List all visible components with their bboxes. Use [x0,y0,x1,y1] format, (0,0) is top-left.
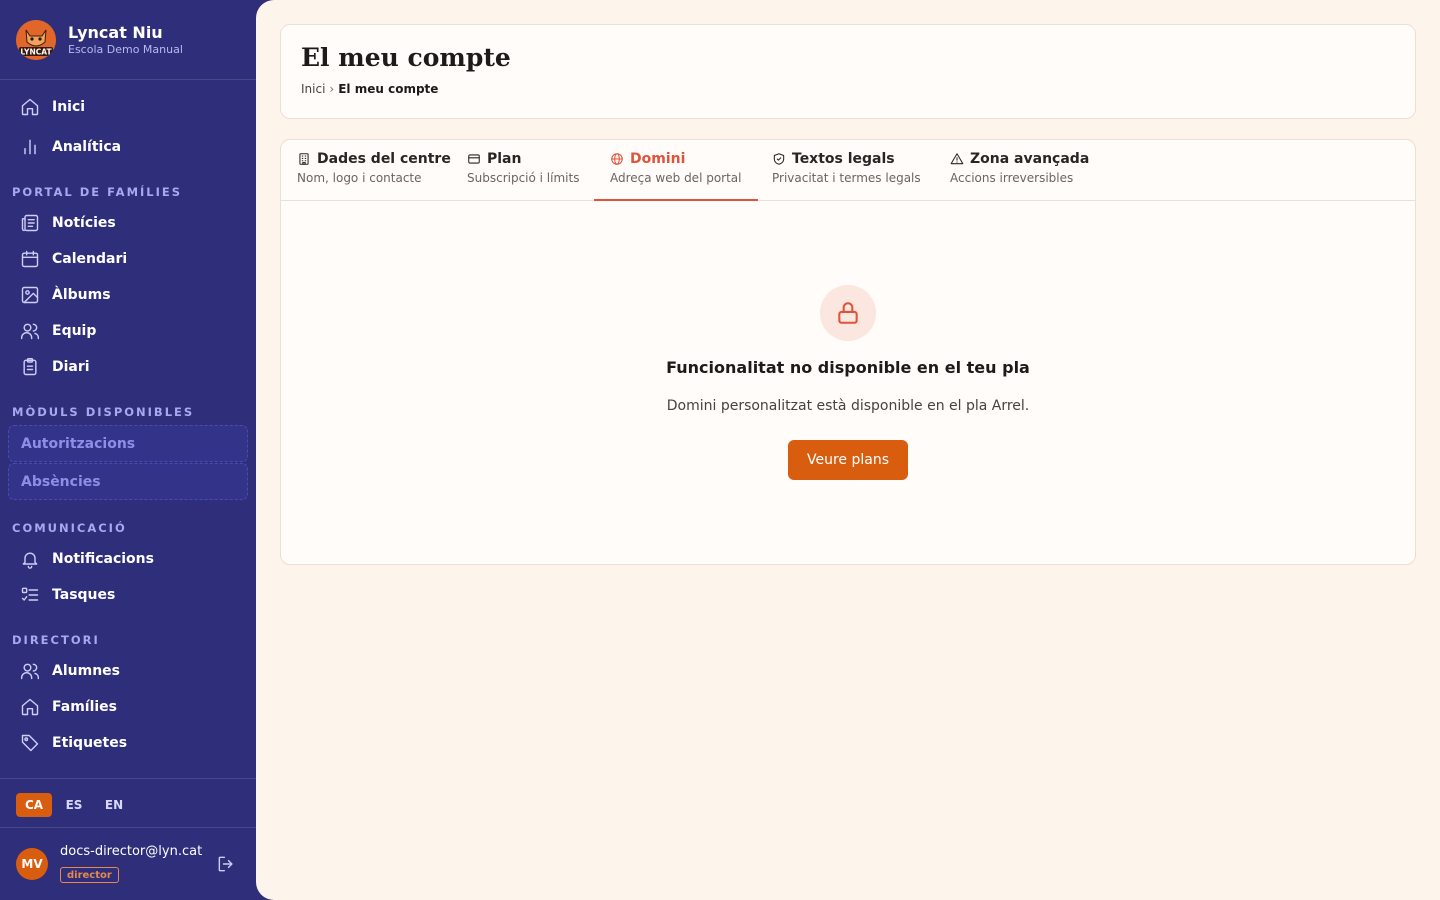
sidebar-item-label: Diari [52,359,90,375]
sidebar-item-noticies[interactable]: Notícies [8,206,248,240]
breadcrumb-home-link[interactable]: Inici [301,82,325,96]
section-label-moduls: MÒDULS DISPONIBLES [12,405,195,419]
breadcrumb: Inici › El meu compte [301,82,438,96]
building-icon [299,153,309,165]
module-item-autoritzacions[interactable]: Autoritzacions [8,425,248,462]
section-label-portal: PORTAL DE FAMÍLIES [12,185,183,199]
lang-es-button[interactable]: ES [56,793,92,817]
sidebar-item-inici[interactable]: Inici [8,90,248,124]
calendar-icon [20,249,40,269]
logout-button[interactable] [216,854,236,874]
sidebar-item-families[interactable]: Famílies [8,690,248,724]
sidebar-item-equip[interactable]: Equip [8,314,248,348]
main-content: El meu compte Inici › El meu compte Dade… [256,0,1440,900]
sidebar-item-label: Notificacions [52,551,154,567]
role-badge: director [60,867,119,883]
tab-subtitle: Privacitat i termes legals [772,171,921,185]
tab-subtitle: Subscripció i límits [467,171,580,185]
sidebar-item-label: Notícies [52,215,116,231]
sidebar-item-label: Tasques [52,587,116,603]
clipboard-icon [20,357,40,377]
home-icon [20,97,40,117]
bar-chart-icon [20,137,40,157]
user-email: docs-director@lyn.cat [60,844,203,859]
logo-wordmark: LYNCAT [20,48,52,57]
tab-textos-legals[interactable]: Textos legals Privacitat i termes legals [756,140,937,201]
brand-name: Lyncat Niu [68,23,163,42]
page-title: El meu compte [301,43,511,72]
home-icon [20,697,40,717]
locked-feature-description: Domini personalitzat està disponible en … [666,398,1030,414]
sidebar-item-label: Inici [52,99,86,115]
tab-title: Domini [630,151,686,167]
lang-en-button[interactable]: EN [96,793,132,817]
user-panel: MV docs-director@lyn.cat director [0,828,256,900]
sidebar-item-calendari[interactable]: Calendari [8,242,248,276]
module-item-absencies[interactable]: Absències [8,463,248,500]
sidebar-item-albums[interactable]: Àlbums [8,278,248,312]
checklist-icon [20,585,40,605]
tab-title: Textos legals [792,151,895,167]
sidebar-item-tasques[interactable]: Tasques [8,578,248,612]
language-switcher: CA ES EN [0,778,256,828]
tab-subtitle: Accions irreversibles [950,171,1074,185]
brand-logo[interactable]: LYNCAT [16,20,56,60]
image-icon [20,285,40,305]
shield-check-icon [773,153,785,165]
sidebar-item-label: Analítica [52,139,122,155]
sidebar-item-label: Etiquetes [52,735,128,751]
avatar[interactable]: MV [16,848,48,880]
tab-plan[interactable]: Plan Subscripció i límits [451,140,595,201]
credit-card-icon [468,154,480,164]
sidebar: LYNCAT Lyncat Niu Escola Demo Manual Ini… [0,0,256,900]
tab-domini[interactable]: Domini Adreça web del portal [594,140,758,201]
newspaper-icon [20,213,40,233]
locked-feature-badge [820,285,876,341]
locked-feature-title: Funcionalitat no disponible en el teu pl… [666,358,1030,377]
warning-icon [950,153,964,165]
sidebar-item-label: Famílies [52,699,118,715]
sidebar-item-analitica[interactable]: Analítica [8,130,248,164]
sidebar-item-etiquetes[interactable]: Etiquetes [8,726,248,760]
sidebar-item-label: Calendari [52,251,128,267]
brand-header: LYNCAT Lyncat Niu Escola Demo Manual [0,0,256,80]
breadcrumb-current: El meu compte [338,82,439,96]
sidebar-item-label: Equip [52,323,97,339]
sidebar-item-label: Alumnes [52,663,120,679]
page-header: El meu compte Inici › El meu compte [280,24,1416,119]
lang-ca-button[interactable]: CA [16,793,52,817]
section-label-comunicacio: COMUNICACIÓ [12,521,127,535]
sidebar-item-label: Àlbums [52,287,111,303]
logout-icon [218,856,233,872]
view-plans-button[interactable]: Veure plans [788,440,908,480]
users-icon [20,661,40,681]
tab-subtitle: Nom, logo i contacte [297,171,422,185]
sidebar-item-diari[interactable]: Diari [8,350,248,384]
lock-icon [838,302,858,324]
tab-title: Dades del centre [317,151,451,167]
breadcrumb-separator: › [329,82,335,96]
globe-icon [611,153,623,165]
section-label-directori: DIRECTORI [12,633,100,647]
sidebar-item-alumnes[interactable]: Alumnes [8,654,248,688]
brand-subtitle: Escola Demo Manual [68,43,183,56]
sidebar-item-notificacions[interactable]: Notificacions [8,542,248,576]
bell-icon [20,549,40,569]
tab-title: Zona avançada [970,151,1090,167]
settings-tabs: Dades del centre Nom, logo i contacte Pl… [281,140,1415,201]
users-icon [20,321,40,341]
tab-subtitle: Adreça web del portal [610,171,742,185]
tag-icon [20,733,40,753]
tab-dades-del-centre[interactable]: Dades del centre Nom, logo i contacte [281,140,467,201]
account-settings-card: Dades del centre Nom, logo i contacte Pl… [280,139,1416,565]
tab-zona-avancada[interactable]: Zona avançada Accions irreversibles [934,140,1105,201]
tab-title: Plan [487,151,522,167]
